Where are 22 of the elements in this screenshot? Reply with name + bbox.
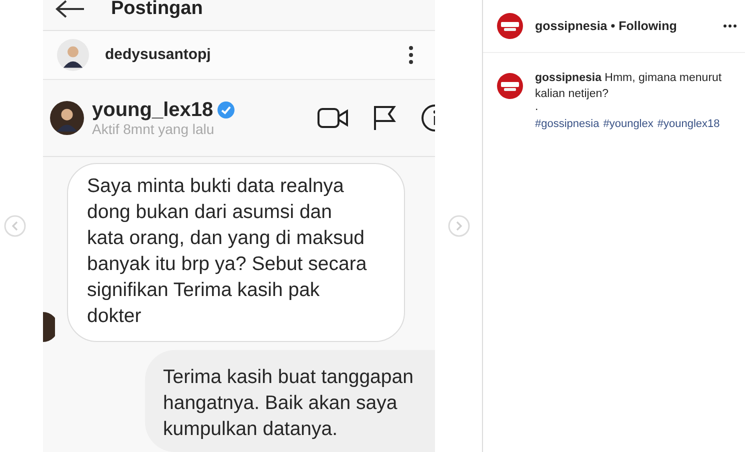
back-icon[interactable] xyxy=(55,0,85,20)
avatar xyxy=(50,101,84,136)
account-logo xyxy=(497,13,523,39)
caption-text: gossipnesia Hmm, gimana menurut kalian netijen? xyxy=(535,71,723,102)
more-options-icon[interactable] xyxy=(409,46,413,64)
hashtag-link[interactable]: #younglex18 xyxy=(657,116,720,132)
screen-title: Postingan xyxy=(111,0,203,18)
message-bubble: Saya minta bukti data realnya dong bukan dari asumsi dan kata orang, dan yang di maksud banyak itu brp ya? Sebut secara signifikan Terima kasih pak dokter xyxy=(67,163,405,342)
post-author: gossipnesia • Following xyxy=(535,18,678,35)
hashtag-link[interactable]: #gossipnesia xyxy=(535,116,600,132)
hashtag-link[interactable]: #younglex xyxy=(603,116,654,132)
flag-icon[interactable] xyxy=(373,105,397,132)
avatar xyxy=(43,312,55,342)
avatar xyxy=(57,39,89,72)
more-options-icon[interactable] xyxy=(723,24,737,28)
active-status: Aktif 8mnt yang lalu xyxy=(92,121,216,138)
caption-dot: . xyxy=(535,102,540,112)
account-logo xyxy=(497,73,523,99)
username: dedysusantopj xyxy=(105,44,212,65)
message-bubble: Terima kasih buat tanggapan hangatnya. Baik akan saya kumpulkan datanya. xyxy=(145,350,435,452)
contact-name: young_lex18 xyxy=(92,99,214,122)
video-call-icon[interactable] xyxy=(317,106,349,130)
